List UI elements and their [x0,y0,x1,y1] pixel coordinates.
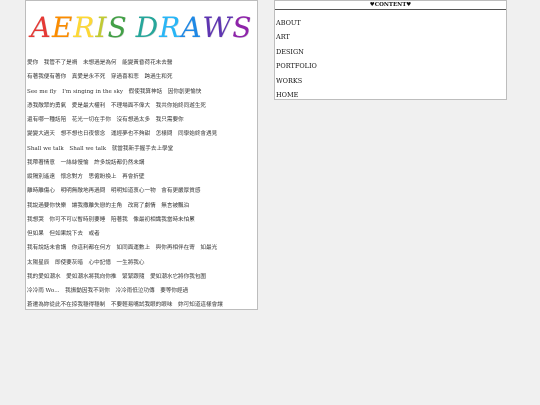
nav-link-home[interactable]: HOME [275,88,506,102]
lyric-line: 冷冷雨 Wo... 我振動因我不到你 冷冷雨低泣功傳 要等你經過 [27,288,189,294]
lyric-line: 有著我便有著你 真愛是永不死 穿過喜和悲 跨過生和死 [27,74,173,81]
logo-letter: R [73,10,96,44]
page: AERIS DRAWS 愛你 我管不了是禍 未想過是為何 能變黃昏荷花未去醫 有著… [0,0,540,405]
lyric-line: 縱隔別遙遠 懷念對方 思僱盼換上 再會折壁 [27,174,145,180]
logo-letter: A [181,10,203,44]
logo-letter: R [159,10,182,44]
lyric-line: 我有說話未會講 你這利都在何方 如同面運數上 與你再相伴在寄 如最光 [27,245,218,252]
site-logo[interactable]: AERIS DRAWS [26,1,257,53]
logo-letter: S [232,10,253,44]
sidebar-nav: ABOUT ART DESIGN PORTFOLIO WORKS HOME [275,10,506,102]
lyric-line: 我帶著情意 一絲絲慢愉 許多說話都仍然未講 [27,159,145,166]
nav-link-art[interactable]: ART [275,30,506,44]
sidebar-header: ♥CONTENT♥ [275,1,506,10]
sidebar-panel: ♥CONTENT♥ ABOUT ART DESIGN PORTFOLIO WORKS HO… [274,0,507,100]
lyric-line: 還有哪一種話陪 花光一切在手你 沒有想過太多 我只需要你 [27,117,184,123]
nav-link-design[interactable]: DESIGN [275,45,506,59]
lyric-line: Shall we talk Shall we talk 就當我新手握手去上學堂 [27,145,174,152]
logo-letter: E [51,10,74,44]
lyric-line: 變變大過天 想不想也日夜懷念 運經夢也不夠甜 怎樣問 同學始終會遇見 [27,131,218,138]
lyrics-list: 愛你 我管不了是禍 未想過是為何 能變黃昏荷花未去醫 有著我便有著你 真愛是永不死… [26,53,257,309]
lyric-line: 我的愛如潮水 愛如潮水將我向你推 緊緊跟隨 愛如潮水它將你我包圍 [27,273,207,280]
logo-letter: D [135,10,160,44]
logo-letter: S [107,10,128,44]
lyric-line: 但如果 但如果說下去 或者 [27,231,100,237]
logo-letter: I [95,10,108,44]
nav-link-about[interactable]: ABOUT [275,16,506,30]
nav-link-works[interactable]: WORKS [275,74,506,88]
main-content-panel: AERIS DRAWS 愛你 我管不了是禍 未想過是為何 能變黃昏荷花未去醫 有著… [25,0,258,310]
logo-letter: A [30,10,52,44]
lyric-line: See me fly I'm singing in the sky 假使我算神話… [27,88,202,95]
lyric-line: 離時離傷心 明明無敵地再過問 明明知道衷心一物 會有更嚴厚質感 [27,188,201,195]
logo-letter: W [202,10,233,44]
lyric-line: 蒼遷為妳從此不在掠我穩得穩制 不要輕易嘴試我眼的眼味 妳可知道這樣會讓 [27,298,257,309]
lyric-line: 我想哭 你可不可以暫時別要睡 陪著我 像最初相識我當時未怕累 [27,216,195,223]
lyric-line: 太陽星辰 即使要灰暗 心中記憶 一生將我心 [27,259,145,266]
lyric-line: 憑我敵眾的勇氣 愛是最大權利 不理場面不偉大 我共你始終同遊生死 [27,102,207,109]
nav-link-portfolio[interactable]: PORTFOLIO [275,59,506,73]
lyric-line: 我說過要你快樂 讓我撒離失戀的主角 改寫了劇情 無言被飄泊 [27,202,190,209]
lyric-line: 愛你 我管不了是禍 未想過是為何 能變黃昏荷花未去醫 [27,60,173,66]
